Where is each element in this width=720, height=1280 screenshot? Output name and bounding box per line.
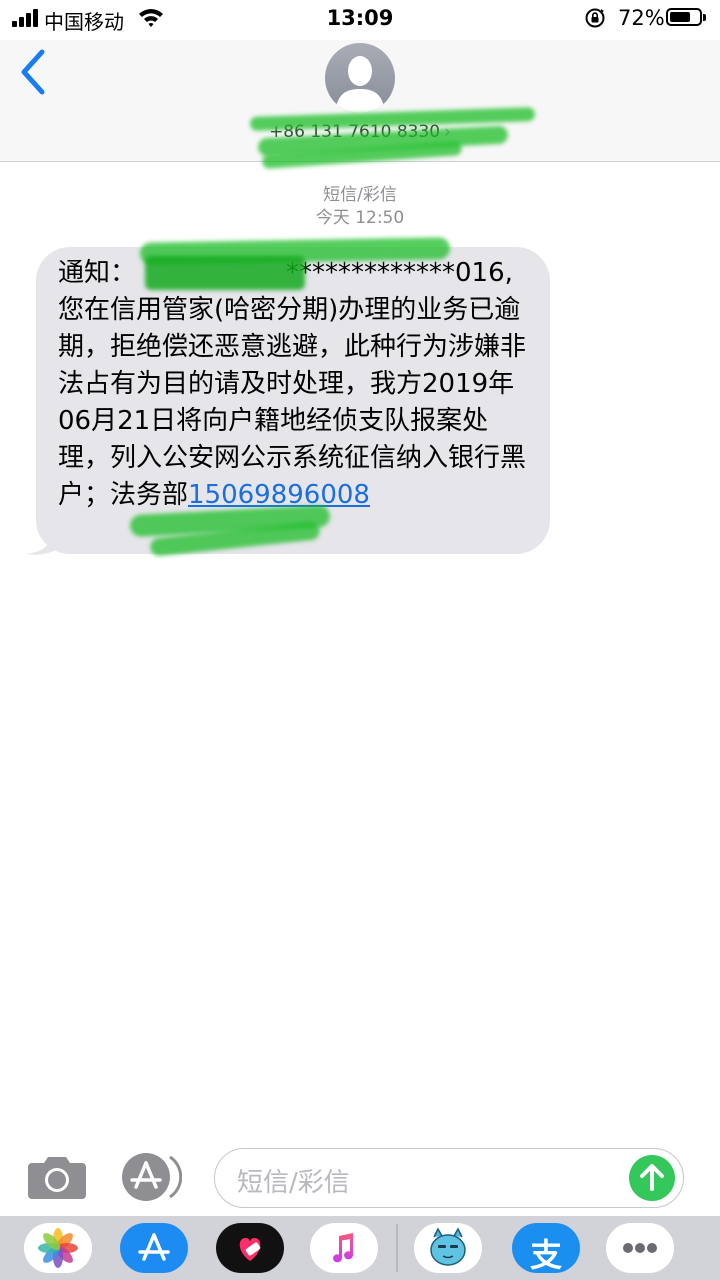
clock: 13:09 <box>326 6 394 30</box>
message-prefix: 通知： <box>58 258 137 288</box>
digital-touch-app-icon <box>239 1237 261 1261</box>
send-button[interactable] <box>629 1155 675 1201</box>
phone-number-link[interactable]: 15069896008 <box>188 480 370 510</box>
digital-touch-app-button[interactable] <box>216 1223 284 1273</box>
conversation-header: +86 131 7610 8330 › <box>0 40 720 169</box>
battery-icon <box>666 8 706 26</box>
incoming-message-bubble[interactable]: 通知： *************016, 您在信用管家(哈密分期)办理的业务已逾… <box>36 247 550 554</box>
chevron-right-icon: › <box>444 122 451 142</box>
contact-number-button[interactable]: +86 131 7610 8330 › <box>0 122 720 142</box>
message-body: 您在信用管家(哈密分期)办理的业务已逾期，拒绝偿还恶意逃避，此种行为涉嫌非法占有… <box>58 295 527 510</box>
message-input[interactable]: 短信/彩信 <box>214 1148 684 1208</box>
status-bar: 中国移动 13:09 72% <box>0 0 720 40</box>
messages-screen: 中国移动 13:09 72% +86 131 7610 8330 › 短信/彩信… <box>0 0 720 1280</box>
alipay-app-button[interactable]: 支 <box>512 1223 580 1273</box>
message-masked-account: *************016, <box>286 258 513 288</box>
drawer-divider <box>396 1224 398 1272</box>
camera-icon[interactable] <box>28 1153 86 1199</box>
contact-avatar[interactable] <box>325 43 395 113</box>
photos-app-button[interactable] <box>24 1223 92 1273</box>
app-store-icon[interactable] <box>122 1153 182 1201</box>
person-silhouette-icon <box>335 56 385 113</box>
app-store-app-button[interactable] <box>120 1223 188 1273</box>
photos-app-icon <box>38 1228 78 1268</box>
compose-bar: 短信/彩信 <box>0 1140 720 1216</box>
imessage-app-drawer: 支 <box>0 1216 720 1280</box>
redaction-mark <box>261 141 463 169</box>
message-input-placeholder: 短信/彩信 <box>237 1168 350 1198</box>
more-apps-icon <box>623 1243 657 1253</box>
arrow-up-icon <box>640 1164 664 1191</box>
app-store-app-icon <box>138 1233 170 1261</box>
contact-number: +86 131 7610 8330 <box>269 122 441 142</box>
music-app-button[interactable] <box>310 1223 378 1273</box>
rotation-lock-icon <box>585 8 605 28</box>
message-text: 通知： *************016, 您在信用管家(哈密分期)办理的业务已逾… <box>58 255 538 514</box>
alipay-app-icon: 支 <box>529 1236 562 1273</box>
battery-percentage: 72% <box>618 6 665 30</box>
music-app-icon <box>333 1233 354 1263</box>
back-chevron-icon[interactable] <box>14 46 54 98</box>
message-type-label: 短信/彩信 <box>323 185 397 205</box>
sticker-app-button[interactable] <box>414 1223 482 1273</box>
sticker-app-icon <box>430 1227 466 1266</box>
message-timestamp: 今天 12:50 <box>315 208 405 228</box>
more-apps-button[interactable] <box>606 1223 674 1273</box>
